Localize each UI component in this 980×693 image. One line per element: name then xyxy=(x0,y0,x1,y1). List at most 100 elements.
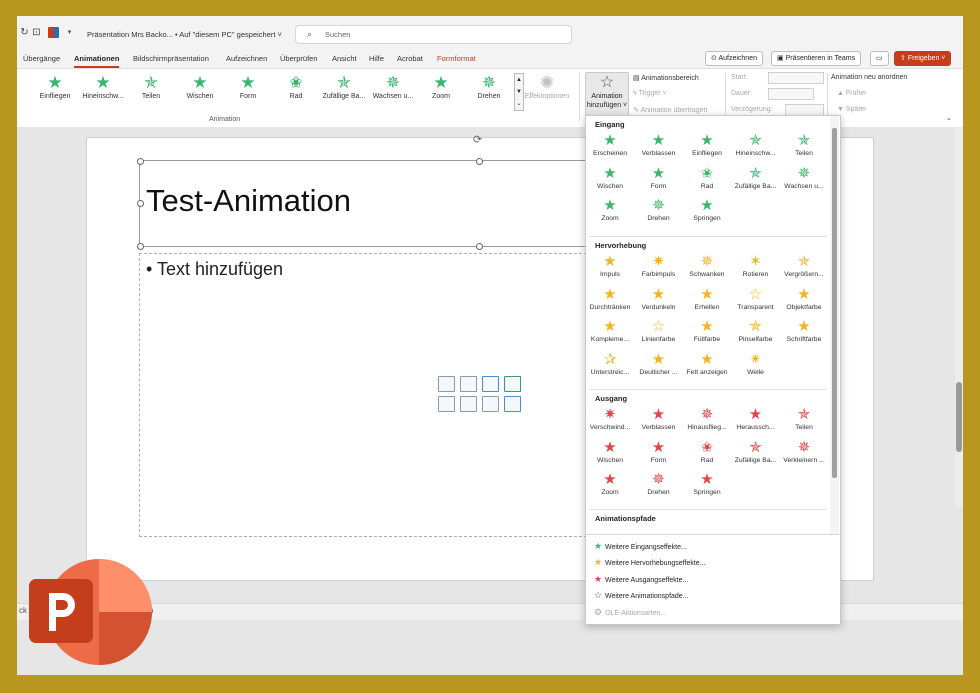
exit-effect-item[interactable]: ✯ Teilen xyxy=(780,406,828,431)
gallery-scrollbar[interactable] xyxy=(830,116,839,534)
entrance-effect-item[interactable]: ★ Form xyxy=(635,165,683,190)
exit-effect-item[interactable]: ★ Springen xyxy=(683,471,731,496)
comments-button[interactable]: ▭ xyxy=(870,51,889,66)
tab-record[interactable]: Aufzeichnen xyxy=(226,54,267,63)
share-button[interactable]: ⇪ Freigeben ˅ xyxy=(894,51,952,66)
emphasis-effect-item[interactable]: ★ Verdunkeln xyxy=(635,286,683,311)
gallery-scroll-thumb[interactable] xyxy=(832,128,837,478)
effect-options-button[interactable]: ✺ Effektoptionen xyxy=(523,73,571,100)
animation-painter-button[interactable]: ✎ Animation übertragen xyxy=(633,106,707,114)
anim-grow-turn[interactable]: ✵ Wachsen u... xyxy=(369,73,417,100)
insert-table-icon[interactable] xyxy=(482,396,499,412)
exit-effect-item[interactable]: ✯ Zufällige Ba... xyxy=(732,439,780,464)
exit-effect-item[interactable]: ★ Form xyxy=(635,439,683,464)
resize-handle[interactable] xyxy=(476,243,483,250)
customize-toolbar-icon[interactable]: ▾ xyxy=(64,27,75,38)
resize-handle[interactable] xyxy=(137,200,144,207)
entrance-effect-item[interactable]: ★ Springen xyxy=(683,197,731,222)
animation-pane-button[interactable]: ▤ Animationsbereich xyxy=(633,74,699,82)
exit-effect-item[interactable]: ★ Wischen xyxy=(586,439,634,464)
slide-title[interactable]: Test-Animation xyxy=(146,183,351,219)
resize-handle[interactable] xyxy=(476,158,483,165)
anim-float-in[interactable]: ★ Hineinschw... xyxy=(79,73,127,100)
exit-effect-item[interactable]: ★ Verblassen xyxy=(635,406,683,431)
exit-effect-item[interactable]: ✷ Verschwind... xyxy=(586,406,634,431)
entrance-effect-item[interactable]: ✯ Zufällige Ba... xyxy=(732,165,780,190)
resize-handle[interactable] xyxy=(137,158,144,165)
resize-handle[interactable] xyxy=(137,243,144,250)
body-text[interactable]: • Text hinzufügen xyxy=(146,259,283,280)
emphasis-effect-item[interactable]: ✷ Farbimpuls xyxy=(635,253,683,278)
insert-picture-icon[interactable] xyxy=(438,376,455,392)
vertical-scrollbar[interactable] xyxy=(955,127,963,507)
anim-random-bars[interactable]: ✯ Zufällige Ba... xyxy=(320,73,368,100)
ole-action-verbs[interactable]: ⚙ OLE-Aktionsarten... xyxy=(594,607,666,618)
redo-icon[interactable]: ↻ xyxy=(19,27,30,38)
record-button[interactable]: ⊙ Aufzeichnen xyxy=(705,51,763,66)
anim-zoom[interactable]: ★ Zoom xyxy=(417,73,465,100)
tab-animations[interactable]: Animationen xyxy=(74,54,120,68)
emphasis-effect-item[interactable]: ✰ Unterstreic... xyxy=(586,351,634,376)
entrance-effect-item[interactable]: ✬ Rad xyxy=(683,165,731,190)
exit-effect-item[interactable]: ✵ Drehen xyxy=(635,471,683,496)
anim-shape[interactable]: ★ Form xyxy=(224,73,272,100)
entrance-effect-item[interactable]: ★ Wischen xyxy=(586,165,634,190)
more-exit-effects[interactable]: ★ Weitere Ausgangseffekte... xyxy=(594,574,688,585)
scroll-thumb[interactable] xyxy=(956,382,962,452)
exit-effect-item[interactable]: ✬ Rad xyxy=(683,439,731,464)
entrance-effect-item[interactable]: ✵ Drehen xyxy=(635,197,683,222)
anim-wheel[interactable]: ✬ Rad xyxy=(272,73,320,100)
entrance-effect-item[interactable]: ✵ Wachsen u... xyxy=(780,165,828,190)
move-earlier-button[interactable]: ▲ Früher xyxy=(837,90,867,97)
content-placeholder[interactable]: • Text hinzufügen xyxy=(139,253,587,537)
entrance-effect-item[interactable]: ✯ Hineinschw... xyxy=(732,132,780,157)
emphasis-effect-item[interactable]: ★ Kompleme... xyxy=(586,318,634,343)
collapse-ribbon-icon[interactable]: ⌄ xyxy=(946,114,952,122)
move-later-button[interactable]: ▼ Später xyxy=(837,106,867,113)
rotate-handle-icon[interactable]: ⟳ xyxy=(473,133,482,146)
tab-shape-format[interactable]: Formformat xyxy=(437,54,476,63)
insert-smartart-icon[interactable] xyxy=(504,376,521,392)
anim-fly-in[interactable]: ★ Einfliegen xyxy=(31,73,79,100)
emphasis-effect-item[interactable]: ★ Objektfarbe xyxy=(780,286,828,311)
emphasis-effect-item[interactable]: ☆ Transparent xyxy=(732,286,780,311)
emphasis-effect-item[interactable]: ★ Deutlicher ... xyxy=(635,351,683,376)
emphasis-effect-item[interactable]: ✶ Rotieren xyxy=(732,253,780,278)
insert-chart-icon[interactable] xyxy=(504,396,521,412)
add-animation-button[interactable]: ☆ Animation hinzufügen ˅ xyxy=(585,72,629,118)
duration-input[interactable] xyxy=(768,88,814,100)
more-entrance-effects[interactable]: ★ Weitere Eingangseffekte... xyxy=(594,541,687,552)
layout-icon[interactable] xyxy=(48,27,59,38)
tab-help[interactable]: Hilfe xyxy=(369,54,384,63)
emphasis-effect-item[interactable]: ☆ Linienfarbe xyxy=(635,318,683,343)
emphasis-effect-item[interactable]: ✯ Pinselfarbe xyxy=(732,318,780,343)
start-select[interactable] xyxy=(768,72,824,84)
tab-review[interactable]: Überprüfen xyxy=(280,54,318,63)
search-box[interactable]: ⌕ Suchen xyxy=(295,25,572,44)
document-title[interactable]: Präsentation Mrs Backo... • Auf "diesem … xyxy=(87,30,282,39)
tab-transitions[interactable]: Übergänge xyxy=(23,54,60,63)
more-motion-paths[interactable]: ☆ Weitere Animationspfade... xyxy=(594,590,689,601)
exit-effect-item[interactable]: ✵ Verkleinern ... xyxy=(780,439,828,464)
search-input[interactable]: Suchen xyxy=(325,30,350,39)
emphasis-effect-item[interactable]: ★ Fett anzeigen xyxy=(683,351,731,376)
emphasis-effect-item[interactable]: ✴ Welle xyxy=(732,351,780,376)
insert-stock-image-icon[interactable] xyxy=(438,396,455,412)
insert-online-picture-icon[interactable] xyxy=(460,376,477,392)
entrance-effect-item[interactable]: ★ Erscheinen xyxy=(586,132,634,157)
emphasis-effect-item[interactable]: ★ Füllfarbe xyxy=(683,318,731,343)
emphasis-effect-item[interactable]: ✵ Schwanken xyxy=(683,253,731,278)
entrance-effect-item[interactable]: ★ Verblassen xyxy=(635,132,683,157)
insert-video-icon[interactable] xyxy=(460,396,477,412)
exit-effect-item[interactable]: ★ Heraussch... xyxy=(732,406,780,431)
emphasis-effect-item[interactable]: ★ Durchtränken xyxy=(586,286,634,311)
anim-split[interactable]: ✯ Teilen xyxy=(127,73,175,100)
exit-effect-item[interactable]: ✵ Hinausflieg... xyxy=(683,406,731,431)
insert-icons-icon[interactable] xyxy=(482,376,499,392)
tab-view[interactable]: Ansicht xyxy=(332,54,357,63)
entrance-effect-item[interactable]: ★ Zoom xyxy=(586,197,634,222)
trigger-button[interactable]: ϟ Trigger ˅ xyxy=(633,90,667,97)
tab-acrobat[interactable]: Acrobat xyxy=(397,54,423,63)
title-placeholder[interactable]: Test-Animation xyxy=(139,160,587,247)
anim-swivel[interactable]: ✵ Drehen xyxy=(465,73,513,100)
